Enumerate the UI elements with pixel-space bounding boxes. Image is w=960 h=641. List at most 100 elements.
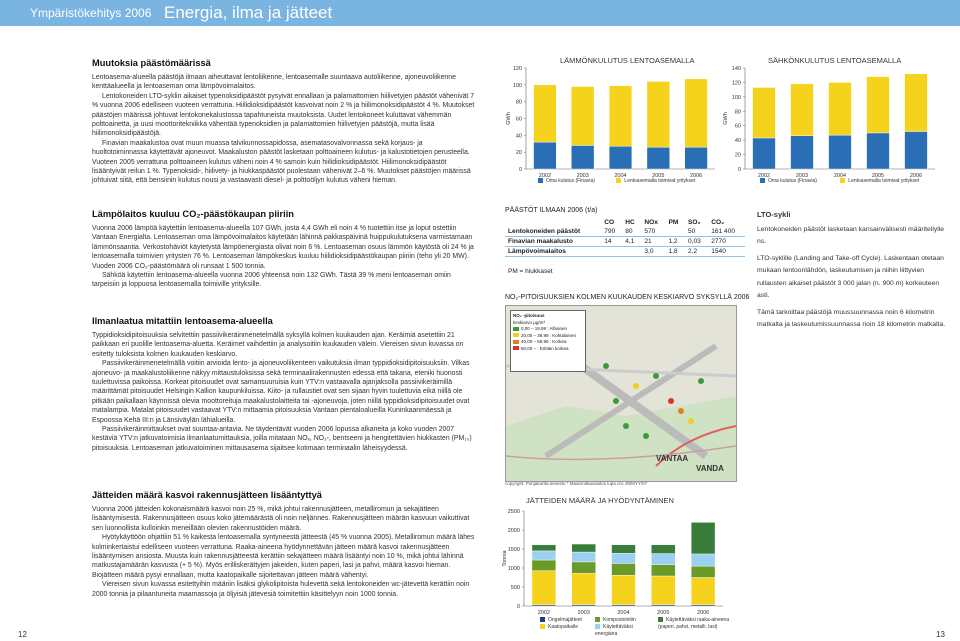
waste-legend-2: Kaatopaikalle [548, 624, 579, 630]
elec-legend-1: Oma kulutus (Finavia) [768, 178, 817, 184]
bar-segment [571, 573, 596, 606]
page-number-left: 12 [18, 630, 27, 639]
y-tick-label: 1000 [508, 566, 520, 572]
y-tick-label: 100 [732, 95, 741, 101]
bar-segment [790, 83, 814, 137]
bar-segment [904, 131, 928, 170]
y-tick-label: 120 [732, 80, 741, 86]
bar-segment [646, 146, 670, 170]
lto-title: LTO-sykli [757, 210, 791, 219]
para-6: Typpidioksidipitoisuuksia selvitettiin p… [92, 332, 464, 358]
bar-segment [571, 561, 596, 574]
bar-segment [531, 570, 557, 606]
lto-para-2: LTO-syklille (Landing and Take-off Cycle… [757, 254, 944, 300]
para-2: Lentokoneiden LTO-syklin aikaiset typeno… [92, 92, 475, 138]
bar-segment [608, 85, 633, 147]
y-tick-label: 500 [511, 585, 520, 591]
para-4: Vuonna 2006 lämpöä käytettiin lentoasema… [92, 225, 474, 270]
bar-segment [866, 76, 890, 134]
para-7: Passiivikeräinmenetelmällä voitiin arvio… [92, 360, 470, 424]
bar-segment [651, 544, 676, 554]
x-tick-label: 2005 [657, 610, 669, 616]
bar-segment [828, 82, 852, 136]
y-axis-label: GWh [506, 112, 512, 125]
y-axis-label: Tonnia [502, 549, 508, 566]
y-tick-label: 0 [517, 604, 520, 610]
x-tick-label: 2002 [538, 610, 550, 616]
bar-segment [752, 137, 776, 170]
y-tick-label: 0 [738, 167, 741, 173]
table-row: Finavian maakalusto 14 4,1 21 1,2 0,03 2770 [505, 236, 745, 247]
bar-segment [651, 553, 676, 565]
emissions-title: PÄÄSTÖT ILMAAN 2006 (t/a) [505, 207, 598, 214]
lto-info-box: LTO-sykli Lentokoneiden päästöt lasketaa… [757, 209, 947, 336]
map-title: NO₂-PITOISUUKSIEN KOLMEN KUUKAUDEN KESKI… [505, 294, 750, 301]
bar-segment [684, 146, 708, 170]
x-tick-label: 2004 [617, 610, 629, 616]
emissions-table: CO HC NOx PM SO₂ CO₂ Lentokoneiden päästöt 79… [505, 218, 745, 257]
header-bar: Ympäristökehitys 2006 Energia, ilma ja j… [0, 0, 960, 26]
y-tick-label: 80 [516, 100, 522, 106]
bar-segment [571, 145, 595, 170]
waste-legend-3: Kompostointiin [603, 617, 636, 623]
bar-segment [684, 78, 708, 148]
emissions-note: PM = hiukkaset [508, 268, 553, 275]
waste-legend-1: Ongelmajätteet [548, 617, 582, 623]
bar-segment [611, 575, 636, 606]
para-11: Viereisen sivun kuvassa esitettyihin mää… [92, 581, 470, 598]
emissions-header-row: CO HC NOx PM SO₂ CO₂ [604, 219, 725, 226]
table-row: Lämpövoimalaitos 3,0 1,8 2,2 1540 [505, 246, 745, 257]
bar-segment [608, 146, 633, 170]
y-tick-label: 2500 [508, 509, 520, 515]
bar-segment [646, 81, 670, 148]
map-class-4: 60,00 – : Erittäin korkea [521, 345, 569, 351]
left-text-block-2: Lämpölaitos kuuluu CO₂-päästökaupan piir… [92, 209, 480, 290]
para-10: Hyötykäyttöön ohjattiin 51 % kaikesta le… [92, 534, 475, 579]
page-title: Energia, ilma ja jätteet [164, 3, 333, 22]
bar-segment [690, 553, 716, 567]
bar-segment [690, 565, 716, 578]
bar-segment [790, 135, 814, 170]
map-label-vantaa: VANTAA [656, 454, 689, 463]
heat-legend-1: Oma kulutus (Finavia) [546, 178, 595, 184]
y-tick-label: 1500 [508, 547, 520, 553]
map-class-3: 40,00 – 59,99 : Korkea [521, 339, 567, 344]
section-title: Ympäristökehitys 2006 [30, 6, 152, 20]
para-8: Passiivikeräinmittaukset ovat suuntaa-an… [92, 426, 472, 452]
heat-legend: Oma kulutus (Finavia) Lentoasemalla toim… [538, 178, 695, 184]
bar-segment [531, 544, 557, 552]
map-caption: copyright: Pohjakartta-aineisto * Maanmi… [505, 481, 648, 486]
lto-para-1: Lentokoneiden päästöt lasketaan kansainv… [757, 225, 945, 246]
page-number-right: 13 [936, 630, 945, 639]
table-row: Lentokoneiden päästöt 790 80 570 50 161 400 [505, 227, 745, 237]
para-9: Vuonna 2006 jätteiden kokonaismäärä kasv… [92, 506, 470, 532]
y-tick-label: 140 [732, 66, 741, 72]
y-tick-label: 40 [735, 138, 741, 144]
bar-segment [533, 141, 557, 170]
bar-segment [571, 551, 596, 563]
y-tick-label: 100 [513, 83, 522, 89]
bar-segment [904, 73, 928, 132]
waste-legend-5: Käytettäväksi raaka-aineena (paperi, pah… [658, 617, 730, 630]
map-class-1: 0,00 – 19,99 : Alhainen [521, 326, 568, 331]
heading-emissions: Muutoksia päästömäärissä [92, 58, 211, 68]
waste-chart: 0 500 1000 1500 2000 2500 Tonnia 2002 2003 2004 20… [502, 509, 723, 616]
map-legend: NO₂ -pitoisuus keskiarvo µg/m³ 0,00 – 19… [510, 310, 586, 372]
bar-segment [533, 84, 557, 143]
bar-segment [611, 563, 636, 576]
bar-segment [571, 86, 595, 146]
y-tick-label: 60 [516, 117, 522, 123]
electricity-consumption-chart: 020406080100120140GWh2002 2003 2004 2005 200… [723, 66, 935, 179]
bar-segment [571, 543, 596, 553]
y-tick-label: 0 [519, 167, 522, 173]
waste-legend-4: Käytettäväksi energiana [595, 624, 633, 637]
bar-segment [866, 132, 890, 170]
bar-segment [531, 550, 557, 561]
y-tick-label: 60 [735, 124, 741, 130]
heading-air-quality: Ilmanlaatua mitattiin lentoasema-alueell… [92, 316, 273, 326]
bar-segment [690, 522, 716, 555]
elec-legend: Oma kulutus (Finavia) Lentoasemalla toim… [760, 178, 919, 184]
map-label-vanda: VANDA [696, 464, 724, 473]
bar-segment [828, 134, 852, 170]
para-1: Lentoasema-alueella päästöjä ilmaan aihe… [92, 74, 456, 91]
